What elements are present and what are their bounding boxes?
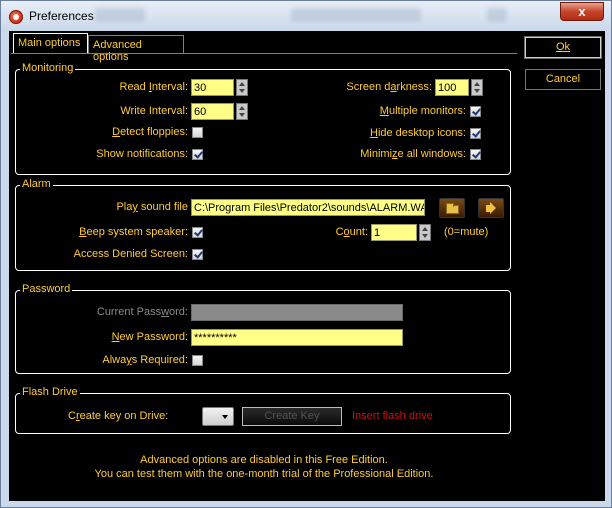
read-interval-label: Read Interval: — [119, 81, 189, 93]
write-interval-spinner[interactable] — [236, 103, 248, 120]
tab-divider — [11, 53, 517, 54]
access-denied-label: Access Denied Screen: — [73, 248, 188, 260]
title-blur-decoration — [487, 8, 507, 22]
window-title: Preferences — [29, 9, 94, 23]
cancel-button[interactable]: Cancel — [525, 69, 601, 90]
title-bar[interactable]: Preferences x — [1, 1, 611, 31]
minimize-all-windows-label: Minimize all windows: — [360, 148, 466, 160]
play-sound-label: Play sound file — [116, 201, 188, 213]
title-blur-decoration — [95, 8, 145, 22]
always-required-checkbox[interactable] — [192, 355, 203, 366]
flash-drive-legend: Flash Drive — [20, 386, 80, 398]
screen-darkness-label: Screen darkness: — [346, 81, 432, 93]
app-logo-icon — [9, 10, 23, 24]
footer-line-1: Advanced options are disabled in this Fr… — [140, 454, 388, 466]
minimize-all-windows-checkbox[interactable] — [470, 149, 481, 160]
create-key-on-drive-label: Create key on Drive: — [68, 410, 169, 422]
alarm-group: Alarm Play sound file C:\Program Files\P… — [15, 178, 511, 271]
footer-line-2: You can test them with the one-month tri… — [94, 468, 434, 480]
password-group: Password Current Password: New Password:… — [15, 283, 511, 374]
screen-darkness-input[interactable]: 100 — [435, 79, 469, 96]
drive-select[interactable] — [202, 407, 234, 426]
current-password-input — [191, 304, 403, 321]
tab-advanced-options[interactable]: Advanced options — [88, 35, 184, 63]
beep-speaker-label: Beep system speaker: — [79, 226, 188, 238]
access-denied-checkbox[interactable] — [192, 249, 203, 260]
detect-floppies-checkbox[interactable] — [192, 127, 203, 138]
browse-folder-button[interactable] — [439, 198, 465, 218]
count-input[interactable]: 1 — [371, 224, 417, 241]
monitoring-group: Monitoring Read Interval: 30 Write Inter… — [15, 62, 511, 175]
monitoring-legend: Monitoring — [20, 62, 76, 74]
beep-speaker-checkbox[interactable] — [192, 227, 203, 238]
count-spinner[interactable] — [419, 224, 431, 241]
new-password-input[interactable]: ********** — [191, 329, 403, 346]
sound-file-input[interactable]: C:\Program Files\Predator2\sounds\ALARM.… — [191, 199, 425, 216]
always-required-label: Always Required: — [102, 354, 188, 366]
title-blur-decoration — [291, 8, 421, 22]
dialog-client-area: Main options Advanced options Ok Cancel … — [9, 31, 605, 501]
window-frame: Preferences x Main options Advanced opti… — [0, 0, 612, 508]
detect-floppies-label: Detect floppies: — [112, 126, 188, 138]
flash-drive-status: Insert flash drive — [352, 410, 433, 422]
speaker-icon — [486, 205, 491, 212]
ok-button[interactable]: Ok — [524, 36, 602, 59]
current-password-label: Current Password: — [96, 306, 188, 318]
multiple-monitors-label: Multiple monitors: — [379, 105, 466, 117]
write-interval-input[interactable]: 60 — [191, 103, 234, 120]
create-key-button[interactable]: Create Key — [242, 407, 342, 426]
hide-desktop-icons-checkbox[interactable] — [470, 128, 481, 139]
count-hint: (0=mute) — [444, 226, 489, 238]
screen-darkness-spinner[interactable] — [471, 79, 483, 96]
flash-drive-group: Flash Drive Create key on Drive: Create … — [15, 386, 511, 434]
ok-button-label: Ok — [555, 41, 571, 53]
show-notifications-label: Show notifications: — [96, 148, 188, 160]
read-interval-input[interactable]: 30 — [191, 79, 234, 96]
tab-main-options[interactable]: Main options — [13, 33, 88, 54]
count-label: Count: — [335, 226, 368, 238]
close-button[interactable]: x — [560, 2, 604, 21]
folder-icon — [446, 203, 459, 214]
new-password-label: New Password: — [111, 331, 188, 343]
read-interval-spinner[interactable] — [236, 79, 248, 96]
password-legend: Password — [20, 283, 73, 295]
hide-desktop-icons-label: Hide desktop icons: — [369, 127, 466, 139]
play-sound-button[interactable] — [478, 198, 504, 218]
write-interval-label: Write Interval: — [120, 105, 188, 117]
alarm-legend: Alarm — [20, 178, 53, 190]
show-notifications-checkbox[interactable] — [192, 149, 203, 160]
multiple-monitors-checkbox[interactable] — [470, 106, 481, 117]
